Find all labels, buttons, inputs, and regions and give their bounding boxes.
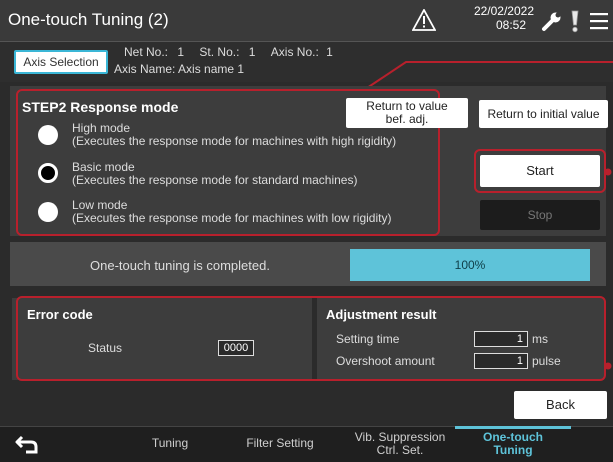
return-before-adj-button[interactable]: Return to value bef. adj. bbox=[346, 98, 468, 128]
page-title: One-touch Tuning (2) bbox=[8, 10, 169, 29]
axis-selection-button[interactable]: Axis Selection bbox=[14, 50, 108, 74]
axis-no-label: Axis No.: bbox=[270, 45, 319, 59]
result-highlight bbox=[16, 296, 606, 381]
step2-title: STEP2 Response mode bbox=[22, 99, 179, 115]
progress-label: 100% bbox=[454, 258, 486, 272]
low-mode-option[interactable]: Low mode (Executes the response mode for… bbox=[72, 199, 391, 225]
net-no-label: Net No.: bbox=[124, 45, 169, 59]
axis-name: Axis Name: Axis name 1 bbox=[114, 62, 244, 76]
basic-mode-radio[interactable] bbox=[38, 163, 58, 183]
tab-one-touch-tuning-line2: Tuning bbox=[493, 443, 533, 457]
tab-one-touch-tuning[interactable]: One-touch Tuning bbox=[458, 431, 568, 457]
alert-icon[interactable] bbox=[568, 9, 582, 33]
warning-icon[interactable] bbox=[412, 9, 436, 31]
back-button[interactable]: Back bbox=[514, 391, 607, 419]
time-text: 08:52 bbox=[495, 18, 526, 32]
wrench-icon[interactable] bbox=[541, 10, 563, 32]
tab-vib-suppression-line2: Ctrl. Set. bbox=[376, 443, 424, 457]
high-mode-radio[interactable] bbox=[38, 125, 58, 145]
tab-filter-setting[interactable]: Filter Setting bbox=[232, 437, 328, 450]
return-icon[interactable] bbox=[14, 433, 40, 455]
low-mode-desc: (Executes the response mode for machines… bbox=[72, 211, 392, 225]
active-tab-indicator bbox=[455, 426, 571, 429]
result-annotation-dot bbox=[604, 362, 612, 370]
return-before-adj-line2: bef. adj. bbox=[385, 112, 429, 126]
net-no-value: 1 bbox=[177, 45, 185, 59]
axis-no-value: 1 bbox=[326, 45, 333, 59]
return-initial-button[interactable]: Return to initial value bbox=[479, 100, 608, 128]
basic-mode-option[interactable]: Basic mode (Executes the response mode f… bbox=[72, 161, 357, 187]
low-mode-radio[interactable] bbox=[38, 202, 58, 222]
date-text: 22/02/2022 bbox=[473, 4, 534, 18]
high-mode-desc: (Executes the response mode for machines… bbox=[72, 134, 397, 148]
tab-vib-suppression[interactable]: Vib. Suppression Ctrl. Set. bbox=[346, 431, 454, 457]
tab-tuning[interactable]: Tuning bbox=[130, 437, 210, 450]
start-button[interactable]: Start bbox=[480, 155, 600, 187]
axis-name-label: Axis Name: bbox=[114, 62, 176, 76]
menu-icon[interactable] bbox=[590, 11, 608, 31]
start-annotation-dot bbox=[604, 168, 612, 176]
tab-filter-setting-label: Filter Setting bbox=[246, 436, 314, 450]
status-message: One-touch tuning is completed. bbox=[90, 258, 270, 273]
st-no-value: 1 bbox=[248, 45, 256, 59]
st-no-label: St. No.: bbox=[199, 45, 240, 59]
axis-name-value: Axis name 1 bbox=[178, 62, 245, 76]
basic-mode-desc: (Executes the response mode for standard… bbox=[72, 173, 358, 187]
tab-tuning-label: Tuning bbox=[151, 436, 189, 450]
datetime: 22/02/2022 08:52 bbox=[444, 4, 534, 32]
axis-numbers: Net No.: 1 St. No.: 1 Axis No.: 1 bbox=[124, 45, 333, 59]
stop-button[interactable]: Stop bbox=[480, 200, 600, 230]
